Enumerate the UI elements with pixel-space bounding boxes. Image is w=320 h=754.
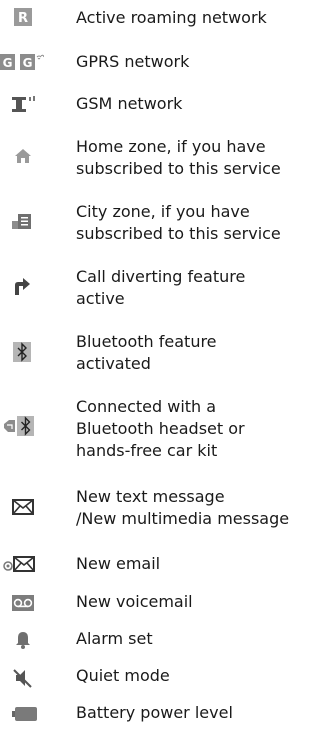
item-label: Alarm set: [76, 629, 153, 648]
bluetooth-headset-icon: [3, 416, 35, 436]
svg-text:G: G: [23, 56, 33, 70]
item-label: City zone, if you have subscribed to thi…: [76, 202, 281, 243]
gprs-icon: G G: [0, 53, 44, 71]
item-label: GSM network: [76, 94, 183, 113]
call-divert-icon: [13, 278, 31, 296]
item-label: Connected with a Bluetooth headset or ha…: [76, 397, 245, 460]
message-icon: [12, 499, 34, 515]
item-label: Home zone, if you have subscribed to thi…: [76, 137, 281, 178]
roaming-icon: R: [14, 8, 32, 26]
gsm-icon: [12, 95, 42, 113]
item-label: Active roaming network: [76, 8, 267, 27]
item-label: New text message /New multimedia message: [76, 487, 290, 528]
battery-icon: [12, 707, 38, 721]
item-label: Bluetooth feature activated: [76, 332, 217, 373]
svg-text:G: G: [3, 56, 13, 70]
item-label: New email: [76, 554, 161, 573]
city-zone-icon: [12, 213, 32, 229]
item-label: GPRS network: [76, 52, 190, 71]
voicemail-icon: [12, 595, 34, 611]
item-label: Battery power level: [76, 703, 233, 722]
home-zone-icon: [14, 148, 32, 164]
item-label: New voicemail: [76, 592, 193, 611]
quiet-mode-icon: [13, 668, 33, 688]
item-label: Call diverting feature active: [76, 267, 246, 308]
email-icon: [2, 555, 36, 573]
alarm-icon: [15, 631, 31, 649]
svg-text:R: R: [18, 11, 28, 26]
bluetooth-icon: [13, 342, 31, 362]
item-label: Quiet mode: [76, 666, 170, 685]
